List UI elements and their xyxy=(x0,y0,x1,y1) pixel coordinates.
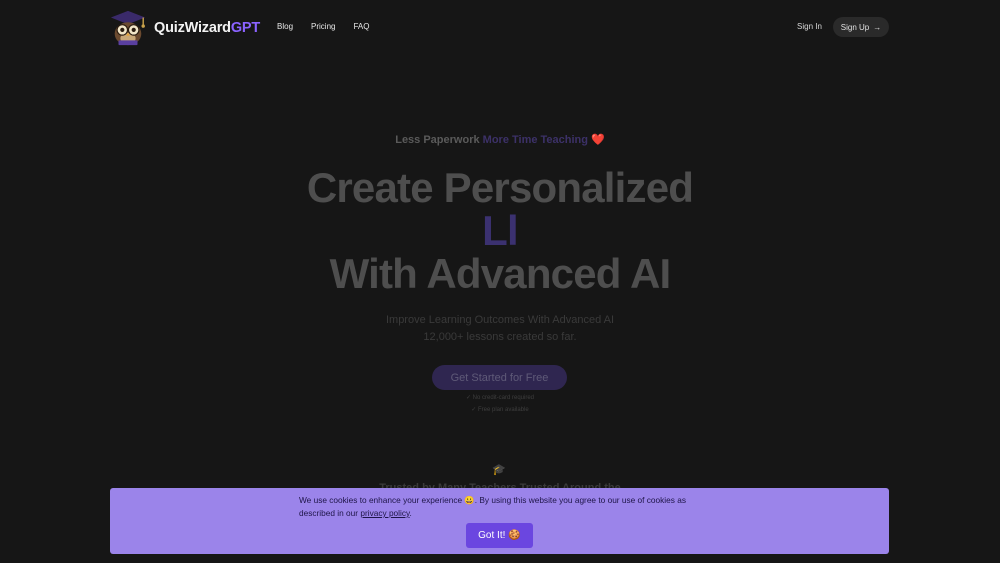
nav-pricing[interactable]: Pricing xyxy=(311,22,335,31)
arrow-right-icon: → xyxy=(873,22,882,32)
free-plan-note: ✓ Free plan available xyxy=(471,407,529,413)
heart-icon: ❤️ xyxy=(591,134,605,146)
cookie-icon: 🍪 xyxy=(508,530,521,541)
owl-logo-icon xyxy=(110,10,146,46)
main-nav: Blog Pricing FAQ xyxy=(277,22,369,31)
logo[interactable]: QuizWizardGPT xyxy=(109,9,260,47)
hero-title-line3: With Advanced AI xyxy=(329,250,672,297)
nav-faq[interactable]: FAQ xyxy=(353,22,369,31)
sign-up-button[interactable]: Sign Up → xyxy=(833,17,889,37)
hero-title-animated-word: Ll xyxy=(482,207,519,254)
graduation-cap-icon: 🎓 xyxy=(492,464,506,476)
privacy-policy-link[interactable]: privacy policy xyxy=(360,508,409,518)
no-credit-card-note: ✓ No credit-card required xyxy=(465,395,535,401)
brand-name: QuizWizardGPT xyxy=(154,20,261,36)
cookie-banner: We use cookies to enhance your experienc… xyxy=(110,488,889,554)
hero-tagline: Less Paperwork More Time Teaching ❤️ xyxy=(395,134,605,146)
sign-in-link[interactable]: Sign In xyxy=(797,22,822,31)
nav-blog[interactable]: Blog xyxy=(277,22,293,31)
lessons-count: 12,000+ lessons created so far. xyxy=(423,331,577,343)
got-it-button[interactable]: Got It! 🍪 xyxy=(466,523,533,548)
get-started-button[interactable]: Get Started for Free xyxy=(432,365,567,390)
hero-subtitle: Improve Learning Outcomes With Advanced … xyxy=(385,314,615,326)
hero-title-line1: Create Personalized xyxy=(306,164,694,211)
sign-up-label: Sign Up xyxy=(840,22,870,32)
cookie-message: We use cookies to enhance your experienc… xyxy=(299,495,686,518)
